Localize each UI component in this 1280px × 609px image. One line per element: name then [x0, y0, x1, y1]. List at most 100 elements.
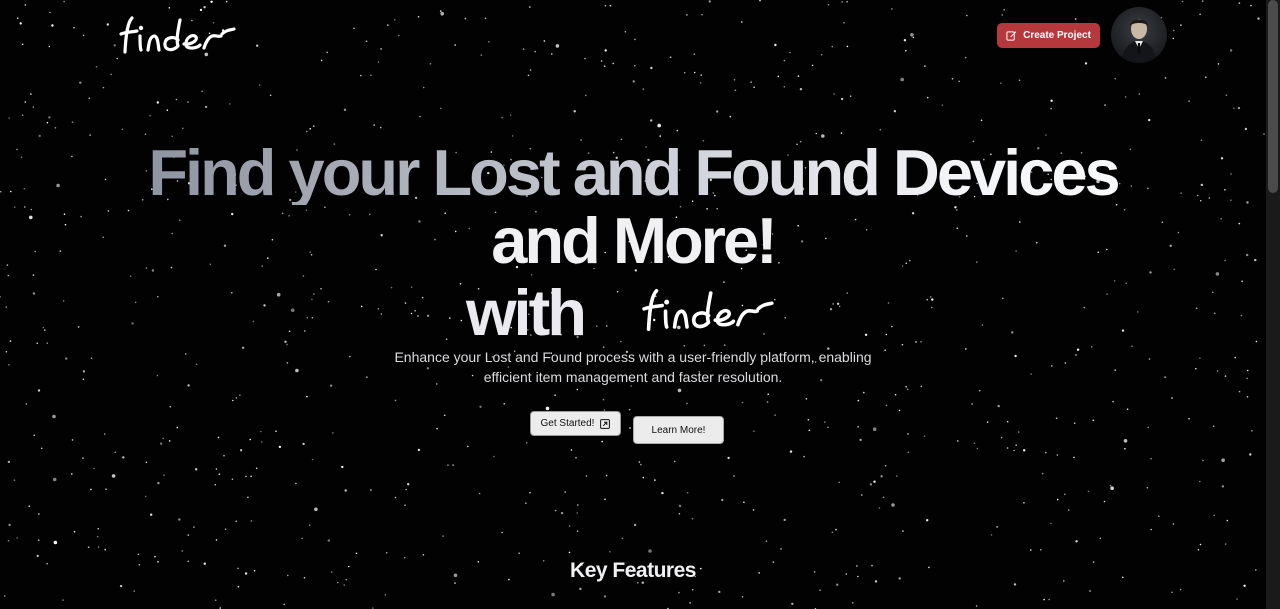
star — [377, 308, 380, 310]
star — [237, 585, 240, 588]
star — [915, 341, 917, 343]
star — [145, 461, 148, 464]
star — [1136, 311, 1139, 313]
star — [311, 458, 314, 461]
star — [79, 81, 82, 84]
learn-more-button[interactable]: Learn More! — [633, 416, 724, 444]
star — [1075, 540, 1078, 543]
star — [223, 454, 225, 457]
page-scrollbar[interactable] — [1266, 0, 1280, 609]
star — [920, 341, 922, 343]
star — [1064, 493, 1066, 496]
star — [1181, 0, 1184, 3]
star — [1249, 453, 1252, 456]
learn-more-label: Learn More! — [651, 424, 706, 436]
star — [568, 525, 571, 527]
star — [554, 394, 556, 396]
star — [926, 96, 929, 99]
star — [133, 590, 135, 592]
star — [576, 388, 579, 391]
star — [1104, 104, 1106, 106]
star — [1064, 362, 1067, 364]
star — [224, 528, 227, 530]
star — [410, 312, 413, 315]
star — [525, 442, 528, 444]
star — [163, 474, 165, 476]
star — [1221, 485, 1225, 488]
star — [1099, 537, 1102, 540]
star — [5, 350, 8, 353]
star — [873, 480, 876, 483]
star — [134, 301, 137, 304]
star — [360, 74, 362, 77]
star — [585, 94, 587, 97]
star — [716, 110, 719, 113]
star — [36, 554, 39, 558]
get-started-button[interactable]: Get Started! — [530, 411, 621, 436]
star — [52, 477, 57, 482]
star — [864, 333, 868, 336]
star — [355, 552, 358, 555]
star — [175, 98, 178, 101]
star — [210, 0, 213, 3]
star — [902, 530, 904, 532]
star — [73, 530, 76, 533]
star — [1114, 77, 1116, 80]
star — [313, 293, 315, 295]
star — [387, 24, 389, 26]
star — [1173, 29, 1175, 32]
star — [1048, 598, 1050, 601]
star — [527, 74, 530, 77]
star — [910, 33, 914, 37]
finder-logo[interactable] — [118, 12, 238, 58]
star — [529, 491, 531, 494]
star — [906, 388, 909, 391]
star — [32, 106, 35, 108]
star — [436, 427, 438, 430]
star — [195, 363, 198, 366]
star — [784, 317, 786, 319]
star — [373, 124, 376, 126]
star — [1022, 449, 1026, 452]
star — [980, 119, 983, 122]
star — [440, 11, 445, 16]
scrollbar-thumb[interactable] — [1268, 0, 1278, 193]
star — [780, 548, 782, 550]
star — [628, 408, 631, 411]
star — [605, 474, 608, 477]
star — [25, 403, 28, 405]
star — [838, 481, 840, 484]
star — [454, 44, 456, 46]
star — [422, 554, 425, 556]
star — [629, 427, 631, 429]
star — [309, 128, 312, 130]
star — [1125, 282, 1127, 285]
star — [5, 306, 7, 308]
star — [1013, 583, 1017, 586]
star — [21, 114, 24, 116]
star — [1199, 13, 1201, 16]
star — [154, 555, 156, 558]
star — [71, 473, 73, 475]
star — [275, 430, 277, 433]
star — [534, 50, 536, 53]
star — [97, 546, 100, 548]
star — [898, 409, 901, 412]
star — [1202, 459, 1204, 462]
star — [529, 6, 531, 8]
star — [460, 319, 463, 322]
user-avatar[interactable] — [1111, 7, 1167, 63]
star — [187, 384, 190, 387]
star — [893, 110, 897, 113]
star — [46, 342, 49, 345]
star — [7, 539, 10, 542]
star — [417, 315, 419, 317]
star — [851, 602, 854, 604]
star — [642, 476, 645, 479]
star — [13, 479, 16, 482]
star — [1103, 500, 1106, 503]
star — [1213, 514, 1215, 517]
star — [32, 292, 36, 295]
create-project-button[interactable]: Create Project — [997, 23, 1100, 48]
star — [551, 592, 555, 597]
